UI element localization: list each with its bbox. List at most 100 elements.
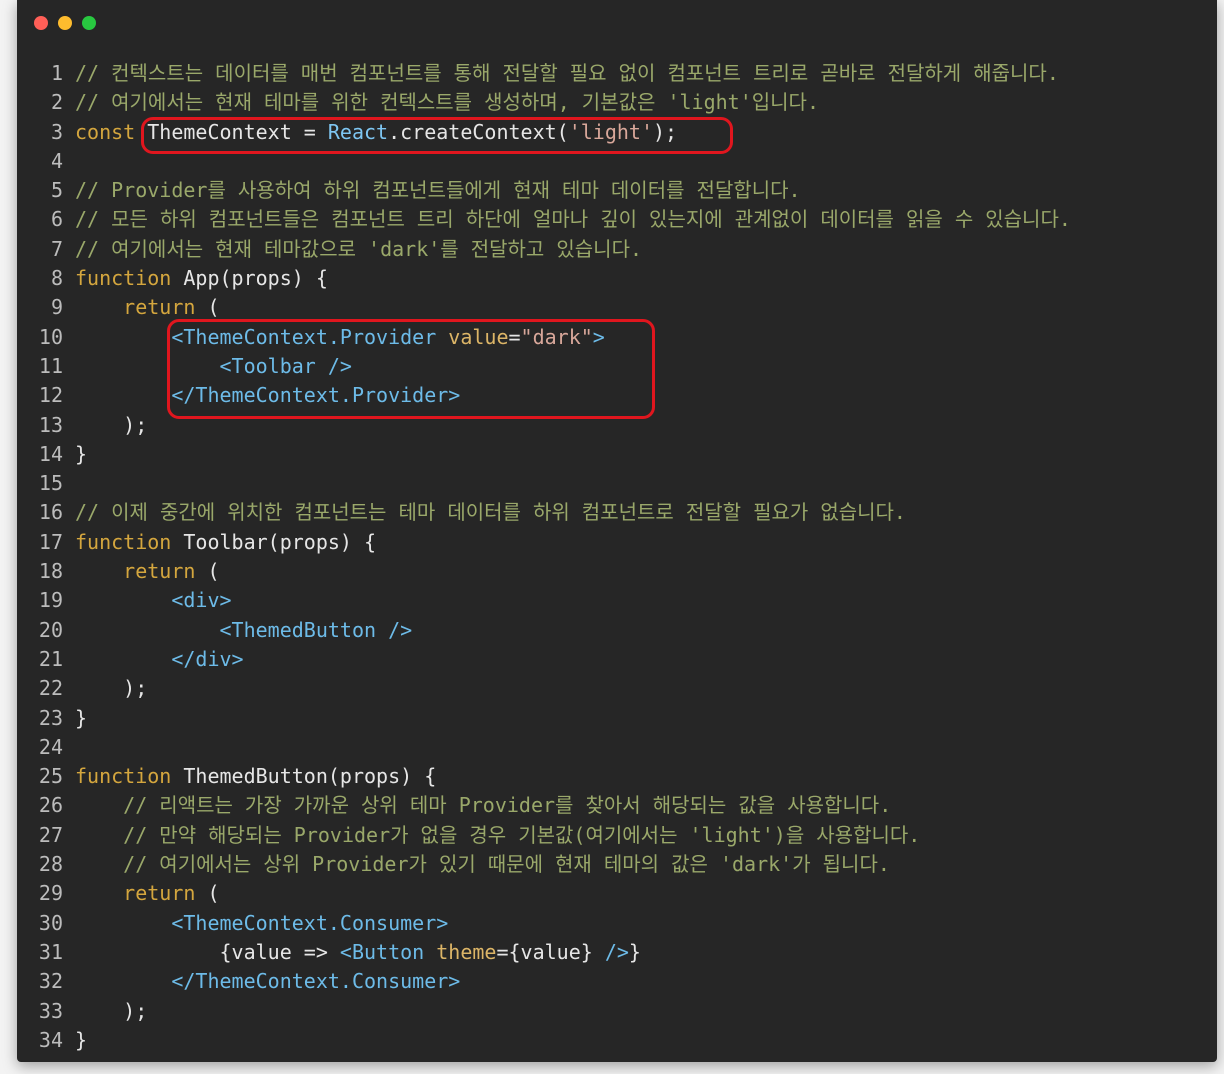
code-line: 23}	[17, 704, 1217, 733]
line-content: }	[75, 704, 87, 733]
code-editor: 1 // 컨텍스트는 데이터를 매번 컴포넌트를 통해 전달할 필요 없이 컴포넌…	[17, 59, 1217, 1055]
minimize-dot-icon[interactable]	[58, 16, 72, 30]
line-number: 21	[38, 646, 63, 671]
code-token-ident: ThemedButton	[183, 764, 328, 789]
code-token-plain: {value =>	[75, 939, 340, 964]
line-content: // 컨텍스트는 데이터를 매번 컴포넌트를 통해 전달할 필요 없이 컴포넌트…	[75, 59, 1059, 88]
line-content: return (	[75, 293, 219, 322]
line-number: 12	[38, 383, 63, 408]
line-content: function Toolbar(props) {	[75, 528, 376, 557]
line-content: // 모든 하위 컴포넌트들은 컴포넌트 트리 하단에 얼마나 깊이 있는지에 …	[75, 205, 1071, 234]
code-token-tag: </ThemeContext.Provider>	[171, 383, 461, 408]
code-token-plain: );	[75, 412, 148, 437]
code-line: 13 );	[17, 411, 1217, 440]
code-token-plain: }	[628, 939, 641, 964]
line-number: 23	[38, 705, 63, 730]
line-content: return (	[75, 557, 220, 586]
line-number: 5	[50, 178, 63, 203]
line-content: </ThemeContext.Provider>	[75, 381, 460, 410]
close-dot-icon[interactable]	[34, 16, 48, 30]
code-line: 20 <ThemedButton />	[17, 616, 1217, 645]
code-line: 10 <ThemeContext.Provider value="dark">	[17, 323, 1217, 352]
code-token-attr: value	[448, 324, 509, 349]
code-token-comment: // Provider를 사용하여 하위 컴포넌트들에게 현재 테마 데이터를 …	[75, 178, 801, 203]
code-line: 32 </ThemeContext.Consumer>	[17, 967, 1217, 996]
code-token-plain: ={value}	[496, 939, 605, 964]
line-content: function ThemedButton(props) {	[75, 762, 436, 791]
code-token-comment: // 리액트는 가장 가까운 상위 테마 Provider를 찾아서 해당되는 …	[123, 793, 892, 818]
line-number: 14	[38, 441, 63, 466]
code-token-attr: theme	[436, 939, 497, 964]
line-number: 4	[50, 148, 63, 173]
line-number: 1	[50, 61, 63, 85]
line-content: </ThemeContext.Consumer>	[75, 967, 460, 996]
code-token-tag: <ThemedButton />	[219, 617, 413, 642]
line-number: 2	[50, 90, 63, 115]
code-line: 15	[17, 469, 1217, 498]
zoom-dot-icon[interactable]	[82, 16, 96, 30]
code-line: 28 // 여기에서는 상위 Provider가 있기 때문에 현재 테마의 값…	[17, 850, 1217, 879]
line-content: // 여기에서는 상위 Provider가 있기 때문에 현재 테마의 값은 '…	[75, 850, 890, 879]
code-token-comment: // 여기에서는 상위 Provider가 있기 때문에 현재 테마의 값은 '…	[123, 852, 890, 877]
code-line: 7 // 여기에서는 현재 테마값으로 'dark'를 전달하고 있습니다.	[17, 235, 1217, 264]
code-line: 21 </div>	[17, 645, 1217, 674]
code-token-plain: (	[195, 881, 220, 906]
code-token-tag: />	[604, 939, 629, 964]
code-line: 19 <div>	[17, 586, 1217, 615]
line-number: 32	[38, 969, 63, 994]
code-token-comment: // 만약 해당되는 Provider가 없을 경우 기본값(여기에서는 'li…	[123, 822, 921, 847]
line-number: 22	[38, 676, 63, 701]
code-line: 27 // 만약 해당되는 Provider가 없을 경우 기본값(여기에서는 …	[17, 821, 1217, 850]
line-number: 18	[38, 559, 63, 584]
code-line: 24	[17, 733, 1217, 762]
line-number: 29	[38, 881, 63, 906]
code-token-tag: </div>	[171, 646, 244, 671]
code-token-keyword: function	[75, 529, 184, 554]
code-token-plain: (	[195, 559, 220, 584]
line-number: 6	[50, 207, 63, 232]
code-line: 3 const ThemeContext = React.createContex…	[17, 118, 1217, 147]
code-token-keyword: return	[123, 881, 196, 906]
line-content: function App(props) {	[75, 264, 328, 293]
code-token-plain: (props) {	[267, 529, 377, 554]
code-token-keyword: return	[123, 559, 196, 584]
line-number: 7	[50, 236, 63, 261]
line-number: 30	[38, 910, 63, 935]
code-token-tag: <ThemeContext.Provider	[171, 324, 449, 349]
line-number: 9	[50, 295, 63, 320]
line-number: 33	[38, 998, 63, 1023]
code-token-string: "dark"	[520, 324, 593, 349]
line-content: // 리액트는 가장 가까운 상위 테마 Provider를 찾아서 해당되는 …	[75, 791, 891, 820]
code-token-string: 'light'	[568, 119, 654, 144]
line-content: }	[75, 1026, 87, 1055]
code-line: 29 return (	[17, 879, 1217, 908]
line-number: 28	[38, 852, 63, 877]
code-token-plain: );	[653, 119, 678, 144]
line-content: <ThemedButton />	[75, 616, 413, 645]
code-token-plain: }	[75, 1027, 88, 1052]
code-token-plain: =	[291, 119, 328, 144]
line-number: 34	[38, 1027, 63, 1052]
code-line: 2 // 여기에서는 현재 테마를 위한 컨텍스트를 생성하며, 기본값은 'li…	[17, 88, 1217, 117]
code-token-comment: // 이제 중간에 위치한 컴포넌트는 테마 데이터를 하위 컴포넌트로 전달할…	[75, 500, 906, 525]
code-token-tag: <Button	[339, 939, 437, 964]
code-line: 8 function App(props) {	[17, 264, 1217, 293]
code-line: 11 <Toolbar />	[17, 352, 1217, 381]
code-line: 6 // 모든 하위 컴포넌트들은 컴포넌트 트리 하단에 얼마나 깊이 있는지에…	[17, 205, 1217, 234]
window-controls	[34, 16, 106, 30]
line-content: return (	[75, 879, 220, 908]
line-number: 16	[38, 500, 63, 525]
line-content: // 여기에서는 현재 테마값으로 'dark'를 전달하고 있습니다.	[75, 235, 642, 264]
code-line: 26 // 리액트는 가장 가까운 상위 테마 Provider를 찾아서 해당…	[17, 791, 1217, 820]
code-token-keyword: function	[75, 266, 184, 291]
code-line: 16 // 이제 중간에 위치한 컴포넌트는 테마 데이터를 하위 컴포넌트로 전…	[17, 498, 1217, 527]
line-number: 20	[38, 617, 63, 642]
